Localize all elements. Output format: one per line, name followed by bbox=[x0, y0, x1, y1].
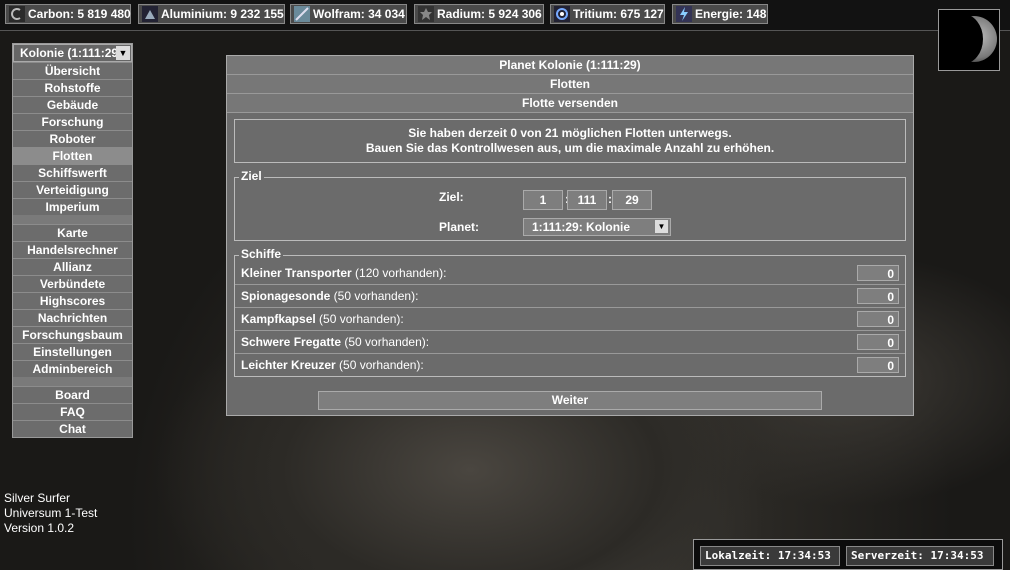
resource-wolfram: Wolfram: 34 034 bbox=[290, 4, 407, 24]
ship-available: (120 vorhanden): bbox=[351, 266, 447, 280]
wolfram-icon bbox=[294, 6, 310, 22]
chevron-down-icon[interactable]: ▼ bbox=[116, 46, 130, 60]
resource-energie: Energie: 148 bbox=[672, 4, 768, 24]
nav-item-handelsrechner[interactable]: Handelsrechner bbox=[13, 241, 132, 258]
colony-select[interactable]: Kolonie (1:111:29 ▼ bbox=[13, 44, 132, 62]
carbon-icon bbox=[9, 6, 25, 22]
fleet-panel: Planet Kolonie (1:111:29) Flotten Flotte… bbox=[226, 55, 914, 416]
ship-name: Schwere Fregatte bbox=[241, 335, 342, 349]
nav-item-forschung[interactable]: Forschung bbox=[13, 113, 132, 130]
ship-name: Leichter Kreuzer bbox=[241, 358, 336, 372]
universe-name: Universum 1-Test bbox=[4, 506, 98, 520]
weiter-button[interactable]: Weiter bbox=[318, 391, 822, 410]
nav-item-imperium[interactable]: Imperium bbox=[13, 198, 132, 215]
ship-quantity-input[interactable]: 0 bbox=[857, 311, 899, 327]
coord-system-input[interactable]: 111 bbox=[567, 190, 607, 210]
schiffe-fieldset: Schiffe Kleiner Transporter (120 vorhand… bbox=[234, 247, 906, 377]
clock-bar: Lokalzeit: 17:34:53 Serverzeit: 17:34:53 bbox=[693, 539, 1003, 570]
coord-galaxy-input[interactable]: 1 bbox=[523, 190, 563, 210]
resource-label: Wolfram: 34 034 bbox=[313, 7, 405, 21]
ziel-legend: Ziel bbox=[239, 169, 264, 183]
colony-select-value: Kolonie (1:111:29 bbox=[20, 46, 116, 60]
nav-item-rohstoffe[interactable]: Rohstoffe bbox=[13, 79, 132, 96]
ship-row: Schwere Fregatte (50 vorhanden): 0 bbox=[235, 330, 905, 353]
section-title: Flotten bbox=[227, 75, 913, 94]
username: Silver Surfer bbox=[4, 491, 71, 505]
nav-divider bbox=[13, 377, 132, 386]
ship-name: Kleiner Transporter bbox=[241, 266, 352, 280]
ship-quantity-input[interactable]: 0 bbox=[857, 334, 899, 350]
nav-item-einstellungen[interactable]: Einstellungen bbox=[13, 343, 132, 360]
nav-item-faq[interactable]: FAQ bbox=[13, 403, 132, 420]
radium-icon bbox=[418, 6, 434, 22]
ship-quantity-input[interactable]: 0 bbox=[857, 265, 899, 281]
nav-item-uebersicht[interactable]: Übersicht bbox=[13, 62, 132, 79]
nav-item-chat[interactable]: Chat bbox=[13, 420, 132, 437]
ship-available: (50 vorhanden): bbox=[335, 358, 424, 372]
resource-tritium: Tritium: 675 127 bbox=[550, 4, 665, 24]
resource-carbon: Carbon: 5 819 480 bbox=[5, 4, 131, 24]
nav-item-roboter[interactable]: Roboter bbox=[13, 130, 132, 147]
resource-label: Tritium: 675 127 bbox=[573, 7, 664, 21]
fleet-info-hint: Bauen Sie das Kontrollwesen aus, um die … bbox=[365, 141, 775, 155]
planet-image[interactable] bbox=[938, 9, 1000, 71]
user-info: Silver Surfer Universum 1-Test Version 1… bbox=[4, 491, 97, 536]
schiffe-legend: Schiffe bbox=[239, 247, 284, 261]
fleet-info-line: Sie haben derzeit 0 von 21 möglichen Flo… bbox=[408, 126, 732, 140]
ship-available: (50 vorhanden): bbox=[341, 335, 430, 349]
resource-label: Energie: 148 bbox=[695, 7, 767, 21]
chevron-down-icon[interactable]: ▼ bbox=[655, 220, 668, 233]
ship-name: Kampfkapsel bbox=[241, 312, 316, 326]
server-time: Serverzeit: 17:34:53 bbox=[846, 546, 994, 566]
version-label: Version 1.0.2 bbox=[4, 521, 75, 535]
resource-label: Aluminium: 9 232 155 bbox=[161, 7, 284, 21]
local-time: Lokalzeit: 17:34:53 bbox=[700, 546, 840, 566]
planet-select[interactable]: 1:111:29: Kolonie ▼ bbox=[523, 218, 671, 236]
nav-item-board[interactable]: Board bbox=[13, 386, 132, 403]
ship-quantity-input[interactable]: 0 bbox=[857, 288, 899, 304]
nav-item-nachrichten[interactable]: Nachrichten bbox=[13, 309, 132, 326]
ship-quantity-input[interactable]: 0 bbox=[857, 357, 899, 373]
resource-radium: Radium: 5 924 306 bbox=[414, 4, 544, 24]
nav-item-schiffswerft[interactable]: Schiffswerft bbox=[13, 164, 132, 181]
ziel-fieldset: Ziel Ziel: 1 : 111 : 29 Planet: 1:111:29… bbox=[234, 169, 906, 241]
nav-divider bbox=[13, 215, 132, 224]
ship-row: Leichter Kreuzer (50 vorhanden): 0 bbox=[235, 353, 905, 376]
energie-icon bbox=[676, 6, 692, 22]
nav-item-highscores[interactable]: Highscores bbox=[13, 292, 132, 309]
nav-item-verteidigung[interactable]: Verteidigung bbox=[13, 181, 132, 198]
ship-row: Spionagesonde (50 vorhanden): 0 bbox=[235, 284, 905, 307]
subsection-title: Flotte versenden bbox=[227, 94, 913, 113]
nav-item-gebaeude[interactable]: Gebäude bbox=[13, 96, 132, 113]
resource-bar: Carbon: 5 819 480 Aluminium: 9 232 155 W… bbox=[0, 0, 1010, 31]
resource-label: Radium: 5 924 306 bbox=[437, 7, 542, 21]
nav-item-karte[interactable]: Karte bbox=[13, 224, 132, 241]
ziel-label: Ziel: bbox=[439, 190, 464, 204]
nav-item-adminbereich[interactable]: Adminbereich bbox=[13, 360, 132, 377]
aluminium-icon bbox=[142, 6, 158, 22]
ship-row: Kleiner Transporter (120 vorhanden): 0 bbox=[235, 262, 905, 284]
tritium-icon bbox=[554, 6, 570, 22]
ship-available: (50 vorhanden): bbox=[315, 312, 404, 326]
ship-available: (50 vorhanden): bbox=[330, 289, 419, 303]
planet-select-value: 1:111:29: Kolonie bbox=[532, 220, 631, 234]
resource-label: Carbon: 5 819 480 bbox=[28, 7, 131, 21]
nav-item-verbuendete[interactable]: Verbündete bbox=[13, 275, 132, 292]
main-navigation: Kolonie (1:111:29 ▼ Übersicht Rohstoffe … bbox=[12, 43, 133, 438]
fleet-info-box: Sie haben derzeit 0 von 21 möglichen Flo… bbox=[234, 119, 906, 163]
nav-item-forschungsbaum[interactable]: Forschungsbaum bbox=[13, 326, 132, 343]
nav-item-flotten[interactable]: Flotten bbox=[13, 147, 132, 164]
ship-row: Kampfkapsel (50 vorhanden): 0 bbox=[235, 307, 905, 330]
resource-aluminium: Aluminium: 9 232 155 bbox=[138, 4, 285, 24]
panel-title: Planet Kolonie (1:111:29) bbox=[227, 56, 913, 75]
planet-label: Planet: bbox=[439, 220, 480, 234]
ship-name: Spionagesonde bbox=[241, 289, 331, 303]
nav-item-allianz[interactable]: Allianz bbox=[13, 258, 132, 275]
coord-position-input[interactable]: 29 bbox=[612, 190, 652, 210]
